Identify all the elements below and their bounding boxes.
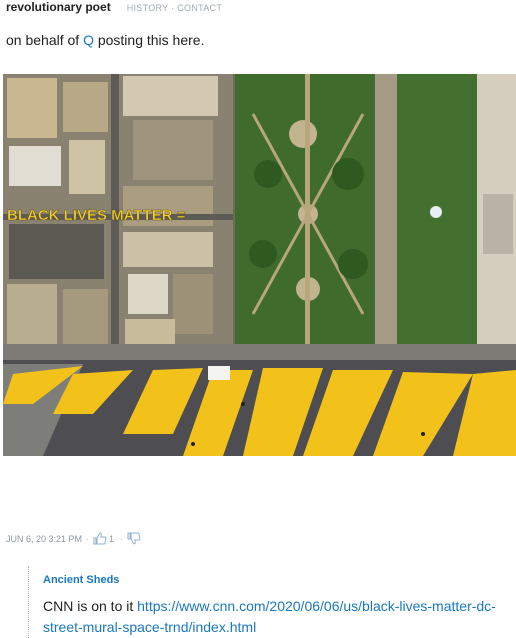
post-header: revolutionary poet HISTORY · CONTACT [6,0,222,16]
reply-body: CNN is on to it https://www.cnn.com/2020… [43,596,516,638]
thumbs-up-icon[interactable] [93,532,107,545]
thumbs-down-icon[interactable] [127,532,141,545]
post-body: on behalf of Q posting this here. [6,32,204,48]
reply-author[interactable]: Ancient Sheds [43,574,516,586]
footer-separator-2: · [120,533,124,544]
reply-comment: Ancient Sheds CNN is on to it https://ww… [28,566,516,638]
post-text-suffix: posting this here. [93,32,205,48]
post-text-prefix: on behalf of [6,32,84,48]
post-author[interactable]: revolutionary poet [6,0,111,14]
post-footer: JUN 6, 20 3:21 PM · 1 · [6,532,141,545]
post-timestamp[interactable]: JUN 6, 20 3:21 PM [6,534,82,544]
like-count: 1 [109,533,115,544]
history-link[interactable]: HISTORY [127,3,169,13]
image-overlay-text: BLACK LIVES MATTER = [7,207,186,224]
mention-link[interactable]: Q [83,32,94,48]
reply-text: CNN is on to it [43,598,138,614]
post-image[interactable]: BLACK LIVES MATTER = [3,74,516,456]
contact-link[interactable]: CONTACT [177,3,222,13]
street-mural-photo [3,360,516,456]
link-separator: · [171,3,175,13]
footer-separator: · [86,533,90,544]
park-area [235,74,375,359]
author-links: HISTORY · CONTACT [127,3,223,13]
